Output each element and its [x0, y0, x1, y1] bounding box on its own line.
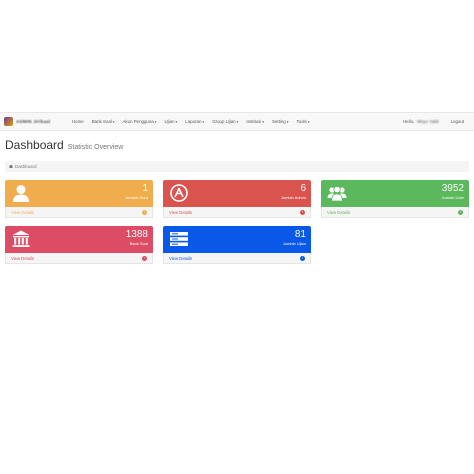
- stat-panel-bank-soal: 1388 Bank Soal View Details ›: [5, 226, 153, 264]
- view-details-link[interactable]: View Details ›: [321, 207, 469, 218]
- breadcrumb: ☗ Dashboard: [5, 161, 469, 172]
- caret-down-icon: ▾: [112, 120, 115, 124]
- brand-logo-icon: [4, 117, 13, 126]
- view-details-label: View Details: [11, 209, 34, 215]
- stat-value: 3952: [441, 183, 464, 194]
- caret-down-icon: ▾: [262, 120, 265, 124]
- caret-down-icon: ▾: [307, 120, 310, 124]
- nav-user-area: Hello, Mnyo Yaldi Logout: [403, 119, 464, 124]
- nav-item-setting[interactable]: Setting▾: [272, 119, 288, 124]
- caret-down-icon: ▾: [236, 120, 239, 124]
- nav-item-laporan[interactable]: Laporan▾: [185, 119, 204, 124]
- nav-item-institusi[interactable]: Institusi▾: [246, 119, 264, 124]
- users-group-icon: [327, 185, 347, 202]
- stat-value: 1388: [125, 229, 148, 240]
- view-details-link[interactable]: View Details ›: [163, 207, 311, 218]
- stat-caption: Jumlah Ujian: [282, 241, 306, 246]
- stat-value: 6: [300, 183, 306, 194]
- arrow-right-icon: ›: [142, 255, 147, 261]
- stat-caption: Jumlah Guru: [125, 195, 148, 200]
- stat-panel-ujian: 81 Jumlah Ujian View Details ›: [163, 226, 311, 264]
- caret-down-icon: ▾: [154, 120, 157, 124]
- page-title: Dashboard: [5, 138, 64, 152]
- view-details-link[interactable]: View Details ›: [5, 207, 153, 218]
- brand[interactable]: ADMIN Jirikaal: [4, 117, 72, 126]
- top-navbar: ADMIN Jirikaal Home Bank Soal▾ Akun Peng…: [0, 112, 474, 131]
- nav-item-group-ujian[interactable]: Group Ujian▾: [212, 119, 238, 124]
- view-details-label: View Details: [327, 209, 350, 215]
- arrow-right-icon: ›: [300, 209, 305, 215]
- stat-caption: Jumlah Admin: [280, 195, 306, 200]
- caret-down-icon: ▾: [202, 120, 205, 124]
- panel-heading: 3952 Jumlah User: [321, 180, 469, 207]
- stat-value: 1: [142, 183, 148, 194]
- username: Mnyo Yaldi: [417, 119, 439, 124]
- view-details-link[interactable]: View Details ›: [5, 253, 153, 264]
- bank-icon: [12, 230, 30, 247]
- brand-text: ADMIN Jirikaal: [16, 119, 51, 124]
- greeting-text: Hello,: [403, 119, 415, 124]
- admin-icon: [170, 184, 188, 202]
- panel-heading: 1388 Bank Soal: [5, 226, 153, 253]
- panel-heading: 6 Jumlah Admin: [163, 180, 311, 207]
- stat-panel-user: 3952 Jumlah User View Details ›: [321, 180, 469, 218]
- caret-down-icon: ▾: [175, 120, 178, 124]
- nav-item-home[interactable]: Home: [72, 119, 84, 124]
- stat-panel-guru: 1 Jumlah Guru View Details ›: [5, 180, 153, 218]
- page-header: Dashboard Statistic Overview: [5, 138, 123, 152]
- view-details-label: View Details: [169, 209, 192, 215]
- panel-heading: 81 Jumlah Ujian: [163, 226, 311, 253]
- view-details-link[interactable]: View Details ›: [163, 253, 311, 264]
- stat-value: 81: [294, 229, 306, 240]
- stat-panel-admin: 6 Jumlah Admin View Details ›: [163, 180, 311, 218]
- arrow-right-icon: ›: [458, 209, 463, 215]
- nav-item-bank-soal[interactable]: Bank Soal▾: [92, 119, 115, 124]
- panel-heading: 1 Jumlah Guru: [5, 180, 153, 207]
- arrow-right-icon: ›: [300, 255, 305, 261]
- arrow-right-icon: ›: [142, 209, 147, 215]
- nav-item-ujian[interactable]: Ujian▾: [165, 119, 178, 124]
- view-details-label: View Details: [169, 255, 192, 261]
- stat-caption: Jumlah User: [441, 195, 464, 200]
- logout-link[interactable]: Logout: [451, 119, 464, 124]
- server-icon: [170, 232, 188, 246]
- nav-item-akun-pengguna[interactable]: Akun Pengguna▾: [123, 119, 157, 124]
- user-icon: [13, 185, 29, 202]
- page-subtitle: Statistic Overview: [67, 144, 124, 151]
- nav-item-tools[interactable]: Tools▾: [296, 119, 309, 124]
- caret-down-icon: ▾: [286, 120, 289, 124]
- dashboard-icon: ☗: [9, 163, 14, 169]
- stat-caption: Bank Soal: [129, 241, 148, 246]
- view-details-label: View Details: [11, 255, 34, 261]
- breadcrumb-item-dashboard: Dashboard: [15, 164, 37, 169]
